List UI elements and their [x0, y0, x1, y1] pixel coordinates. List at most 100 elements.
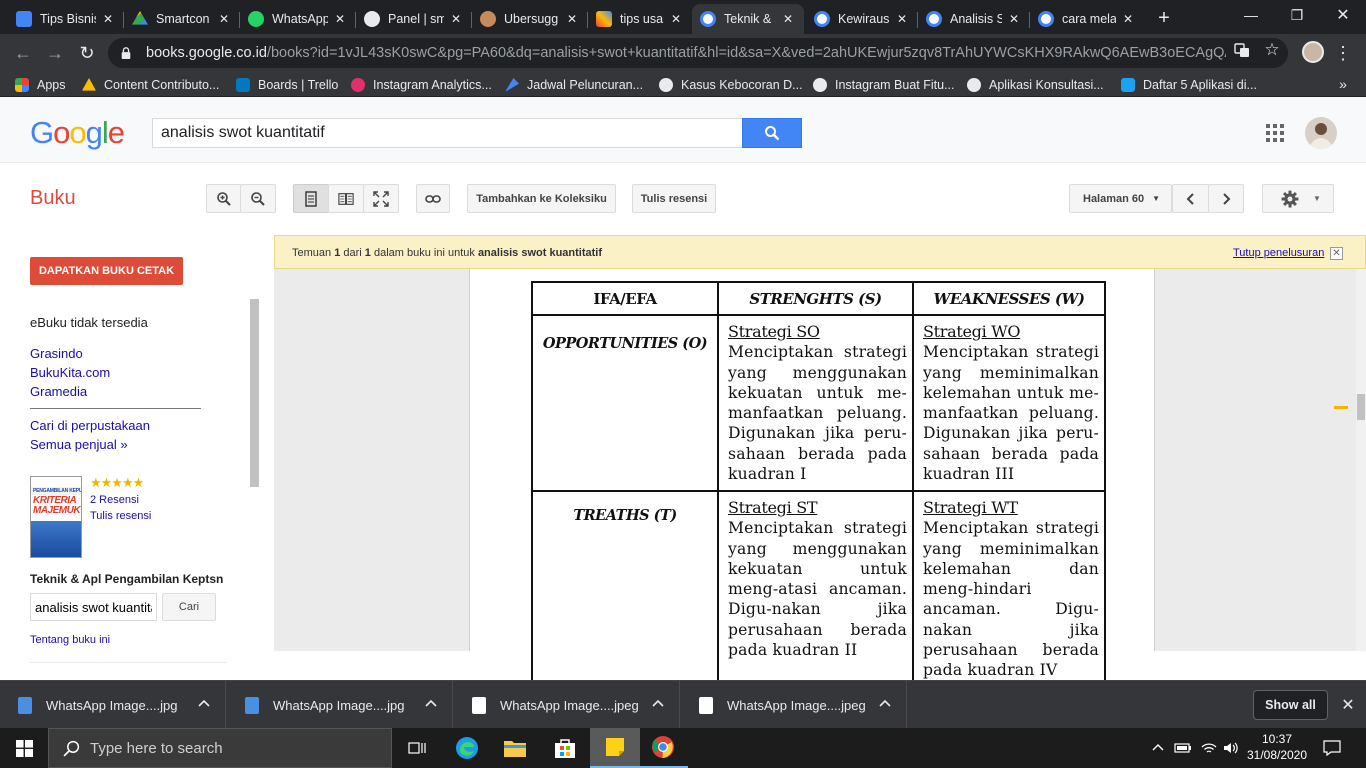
reload-icon[interactable]: ↻	[74, 40, 100, 66]
chevron-up-icon[interactable]	[651, 697, 665, 711]
viewer-scrollbar[interactable]	[1334, 269, 1366, 651]
all-sellers-link[interactable]: Semua penjual »	[30, 437, 128, 452]
bookmark-instagram-fitur[interactable]: Instagram Buat Fitu...	[813, 75, 955, 95]
close-icon[interactable]: ✕	[780, 11, 796, 27]
search-button[interactable]	[742, 118, 802, 148]
single-page-view-button[interactable]	[293, 184, 329, 213]
search-in-book-button[interactable]: Cari	[162, 593, 216, 621]
bookmark-kasus[interactable]: Kasus Kebocoran D...	[659, 75, 803, 95]
file-explorer-icon[interactable]	[490, 728, 540, 768]
tab-9[interactable]: cara mela ✕	[1030, 4, 1144, 34]
link-button[interactable]	[416, 184, 450, 213]
chevron-up-icon[interactable]	[424, 697, 438, 711]
show-all-downloads-button[interactable]: Show all	[1253, 690, 1328, 720]
minimize-icon[interactable]: —	[1228, 0, 1274, 30]
tab-5[interactable]: tips usah ✕	[588, 4, 692, 34]
bookmark-content-contributor[interactable]: Content Contributo...	[82, 75, 219, 95]
back-arrow-icon[interactable]: ←	[10, 40, 36, 66]
download-item[interactable]: WhatsApp Image....jpg	[0, 681, 226, 729]
close-icon[interactable]: ✕	[1006, 11, 1022, 27]
google-apps-grid-icon[interactable]	[1266, 124, 1284, 142]
tab-1[interactable]: Smartcon ✕	[124, 4, 240, 34]
tab-6-active[interactable]: Teknik & ✕	[692, 4, 804, 34]
restore-icon[interactable]: ❐	[1274, 0, 1320, 30]
bookmark-daftar[interactable]: Daftar 5 Aplikasi di...	[1121, 75, 1257, 95]
bookmark-instagram-analytics[interactable]: Instagram Analytics...	[351, 75, 492, 95]
browser-profile-avatar[interactable]	[1302, 41, 1324, 63]
chrome-icon[interactable]	[638, 728, 688, 768]
seller-link-bukukita[interactable]: BukuKita.com	[30, 365, 110, 380]
task-view-icon[interactable]	[392, 728, 442, 768]
account-avatar[interactable]	[1305, 117, 1337, 149]
sticky-notes-icon[interactable]	[590, 728, 640, 768]
microsoft-store-icon[interactable]	[540, 728, 590, 768]
bookmark-star-icon[interactable]: ☆	[1262, 40, 1282, 60]
bookmark-aplikasi[interactable]: Aplikasi Konsultasi...	[967, 75, 1104, 95]
previous-page-button[interactable]	[1172, 184, 1209, 213]
about-book-link[interactable]: Tentang buku ini	[30, 634, 110, 646]
chevron-up-icon[interactable]	[1150, 740, 1166, 756]
tab-2[interactable]: WhatsApp ✕	[240, 4, 356, 34]
close-icon[interactable]: ✕	[100, 11, 116, 27]
settings-button[interactable]: ▼	[1262, 184, 1334, 213]
close-icon[interactable]: ✕	[668, 11, 684, 27]
close-icon[interactable]: ✕	[1330, 247, 1343, 260]
close-icon[interactable]: ✕	[1338, 695, 1358, 715]
tab-0[interactable]: Tips Bisnis ✕	[8, 4, 124, 34]
battery-icon[interactable]	[1174, 740, 1192, 756]
close-search-link[interactable]: Tutup penelusuran	[1233, 247, 1324, 259]
close-icon[interactable]: ✕	[332, 11, 348, 27]
seller-link-grasindo[interactable]: Grasindo	[30, 346, 83, 361]
translate-icon[interactable]	[1232, 40, 1252, 60]
bookmark-trello[interactable]: Boards | Trello	[236, 75, 338, 95]
download-item[interactable]: WhatsApp Image....jpeg	[681, 681, 907, 729]
kebab-menu-icon[interactable]: ⋮	[1333, 42, 1353, 64]
download-item[interactable]: WhatsApp Image....jpg	[227, 681, 453, 729]
address-bar[interactable]: books.google.co.id/books?id=1vJL43sK0swC…	[108, 38, 1288, 68]
reviews-count-link[interactable]: 2 Resensi	[90, 494, 139, 506]
close-icon[interactable]: ✕	[216, 11, 232, 27]
close-icon[interactable]: ✕	[564, 11, 580, 27]
zoom-in-button[interactable]	[206, 184, 241, 213]
close-icon[interactable]: ✕	[448, 11, 464, 27]
seller-link-gramedia[interactable]: Gramedia	[30, 384, 87, 399]
books-label[interactable]: Buku	[30, 187, 76, 210]
taskbar-clock[interactable]: 10:37 31/08/2020	[1246, 731, 1308, 763]
taskbar-search[interactable]: Type here to search	[48, 728, 392, 768]
edge-browser-icon[interactable]	[442, 728, 492, 768]
tab-4[interactable]: Ubersugg ✕	[472, 4, 588, 34]
bookmark-jadwal[interactable]: Jadwal Peluncuran...	[505, 75, 643, 95]
close-icon[interactable]: ✕	[894, 11, 910, 27]
next-page-button[interactable]	[1208, 184, 1244, 213]
chevron-up-icon[interactable]	[197, 697, 211, 711]
bookmark-apps[interactable]: Apps	[15, 75, 66, 95]
forward-arrow-icon[interactable]: →	[42, 40, 68, 66]
find-in-library-link[interactable]: Cari di perpustakaan	[30, 418, 150, 433]
volume-icon[interactable]	[1222, 740, 1240, 756]
scrollbar-thumb[interactable]	[1357, 394, 1365, 420]
wifi-icon[interactable]	[1200, 740, 1218, 756]
notification-icon[interactable]	[1322, 738, 1342, 758]
search-input[interactable]	[152, 118, 743, 148]
new-tab-plus-icon[interactable]: +	[1152, 6, 1176, 30]
windows-start-icon[interactable]	[0, 728, 48, 768]
close-icon[interactable]: ✕	[1120, 11, 1136, 27]
tab-7[interactable]: Kewiraus ✕	[806, 4, 918, 34]
add-to-collection-button[interactable]: Tambahkan ke Koleksiku	[467, 184, 616, 213]
write-review-button[interactable]: Tulis resensi	[632, 184, 716, 213]
zoom-out-button[interactable]	[240, 184, 276, 213]
more-bookmarks-icon[interactable]: »	[1334, 75, 1352, 93]
search-in-book-input[interactable]	[30, 593, 157, 621]
fullscreen-button[interactable]	[363, 184, 399, 213]
tab-3[interactable]: Panel | sm ✕	[356, 4, 472, 34]
book-cover-thumbnail[interactable]: PENGAMBILAN KEPUTUSAN KRITERIA MAJEMUK	[30, 476, 82, 558]
page-selector[interactable]: Halaman 60 ▼	[1069, 184, 1172, 213]
window-close-icon[interactable]: ✕	[1320, 0, 1366, 30]
google-logo[interactable]: Google	[30, 115, 125, 151]
chevron-up-icon[interactable]	[878, 697, 892, 711]
tab-8[interactable]: Analisis S ✕	[918, 4, 1030, 34]
left-panel-scrollbar[interactable]	[250, 299, 259, 487]
write-review-link[interactable]: Tulis resensi	[90, 510, 151, 522]
get-print-book-button[interactable]: DAPATKAN BUKU CETAK	[30, 257, 183, 285]
download-item[interactable]: WhatsApp Image....jpeg	[454, 681, 680, 729]
